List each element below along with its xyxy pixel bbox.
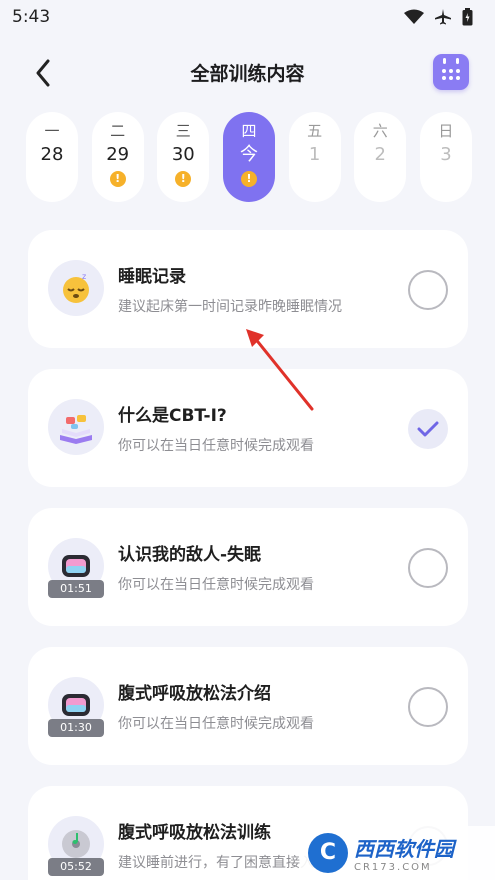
task-title: 什么是CBT-I? <box>118 406 227 426</box>
task-subtitle: 你可以在当日任意时候完成观看 <box>118 577 314 593</box>
watermark-text: 西西软件园 CR173.COM <box>354 833 454 873</box>
date-number: 29 <box>106 144 130 165</box>
weekday-label: 日 <box>438 122 454 140</box>
video-duration: 01:30 <box>48 719 104 737</box>
task-complete-checkbox[interactable] <box>408 687 448 727</box>
weekday-label: 六 <box>372 122 388 140</box>
open-book-icon <box>60 415 92 444</box>
weekday-label: 一 <box>44 122 60 140</box>
warning-icon: ! <box>175 171 192 187</box>
date-number: 2 <box>374 144 386 165</box>
airplane-icon <box>435 9 451 25</box>
warning-icon: ! <box>109 171 126 187</box>
page-title: 全部训练内容 <box>190 62 305 85</box>
task-subtitle: 你可以在当日任意时候完成观看 <box>118 438 314 454</box>
music-disc-icon <box>62 830 90 858</box>
task-title: 腹式呼吸放松法介绍 <box>118 684 271 704</box>
sleepy-face-icon: z <box>63 272 89 303</box>
status-time: 5:43 <box>12 7 51 27</box>
date-number: 3 <box>440 144 452 165</box>
svg-text:z: z <box>82 272 86 281</box>
task-subtitle: 你可以在当日任意时候完成观看 <box>118 716 314 732</box>
task-title: 睡眠记录 <box>118 267 186 287</box>
day-tue[interactable]: 二 29 ! <box>91 112 144 202</box>
status-bar: 5:43 <box>0 0 495 34</box>
task-subtitle: 建议睡前进行，有了困意直接入睡 <box>118 855 328 871</box>
week-strip: 一 28 二 29 ! 三 30 ! 四 今 ! 五 1 六 2 日 3 <box>26 112 472 204</box>
day-wed[interactable]: 三 30 ! <box>157 112 210 202</box>
warning-icon: ! <box>240 171 257 187</box>
chevron-left-icon <box>36 59 50 87</box>
day-sun[interactable]: 日 3 <box>419 112 472 202</box>
watermark-name: 西西软件园 <box>354 837 454 861</box>
video-tv-icon <box>62 694 90 716</box>
date-number: 今 <box>239 144 258 165</box>
day-thu-today[interactable]: 四 今 ! <box>222 112 275 202</box>
battery-icon <box>462 8 473 26</box>
task-subtitle: 建议起床第一时间记录昨晚睡眠情况 <box>118 299 342 315</box>
weekday-label: 三 <box>175 122 191 140</box>
task-complete-checkbox[interactable] <box>408 548 448 588</box>
task-complete-checkbox[interactable] <box>408 409 448 449</box>
task-card-know-insomnia[interactable]: 01:51 认识我的敌人-失眠 你可以在当日任意时候完成观看 <box>28 508 468 626</box>
weekday-label: 五 <box>307 122 323 140</box>
video-duration: 05:52 <box>48 858 104 876</box>
wifi-icon <box>404 9 424 24</box>
video-tv-icon <box>62 555 90 577</box>
status-icons <box>404 8 473 26</box>
task-title: 认识我的敌人-失眠 <box>118 545 262 565</box>
header: 全部训练内容 <box>0 44 495 100</box>
task-card-cbt-i[interactable]: 什么是CBT-I? 你可以在当日任意时候完成观看 <box>28 369 468 487</box>
task-thumbnail: z <box>48 260 104 316</box>
checkmark-icon <box>417 421 439 437</box>
task-card-sleep-record[interactable]: z 睡眠记录 建议起床第一时间记录昨晚睡眠情况 <box>28 230 468 348</box>
calendar-icon <box>442 58 460 80</box>
watermark: C 西西软件园 CR173.COM <box>300 826 495 880</box>
day-sat[interactable]: 六 2 <box>354 112 407 202</box>
task-title: 腹式呼吸放松法训练 <box>118 823 271 843</box>
task-thumbnail <box>48 399 104 455</box>
day-mon[interactable]: 一 28 <box>26 112 78 202</box>
task-complete-checkbox[interactable] <box>408 270 448 310</box>
watermark-domain: CR173.COM <box>354 862 432 873</box>
date-number: 1 <box>308 144 321 165</box>
date-number: 28 <box>40 144 64 165</box>
watermark-logo: C <box>308 833 348 873</box>
weekday-label: 四 <box>241 122 257 140</box>
calendar-button[interactable] <box>433 54 469 90</box>
back-button[interactable] <box>26 56 60 90</box>
video-duration: 01:51 <box>48 580 104 598</box>
day-fri[interactable]: 五 1 <box>288 112 341 202</box>
task-card-breathing-intro[interactable]: 01:30 腹式呼吸放松法介绍 你可以在当日任意时候完成观看 <box>28 647 468 765</box>
weekday-label: 二 <box>110 122 126 140</box>
date-number: 30 <box>171 144 195 165</box>
